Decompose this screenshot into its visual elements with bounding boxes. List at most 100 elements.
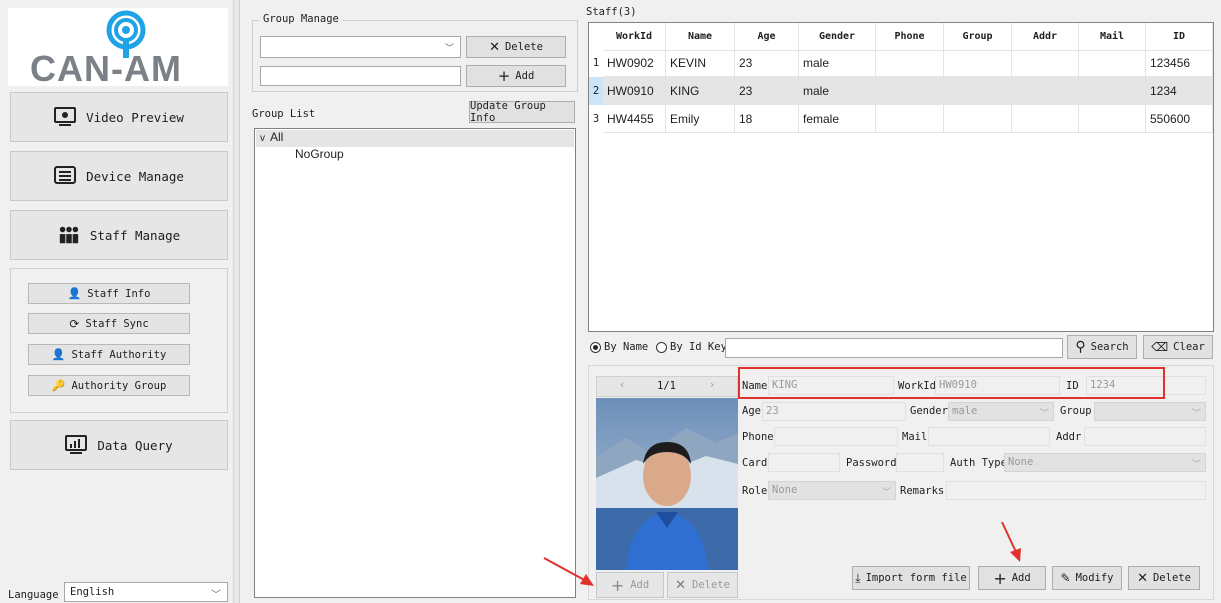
staff-sync-label: Staff Sync — [85, 317, 149, 330]
chevron-down-icon: ﹀ — [211, 590, 221, 601]
chevron-left-icon[interactable]: ‹ — [619, 379, 625, 391]
group-tree[interactable]: v All NoGroup — [254, 128, 576, 598]
by-name-radio[interactable] — [590, 342, 601, 353]
tree-item-nogroup[interactable]: NoGroup — [295, 147, 344, 161]
clear-label: Clear — [1173, 341, 1205, 353]
tree-item-all-label: All — [270, 130, 284, 144]
add-staff-label: Add — [1011, 572, 1031, 584]
delete-group-button[interactable]: ✕ Delete — [466, 36, 566, 58]
panel-splitter[interactable] — [234, 0, 240, 603]
auth-type-select[interactable]: None ﹀ — [1004, 453, 1206, 472]
chevron-down-icon: v — [260, 133, 265, 144]
cell-mail — [1079, 49, 1146, 77]
add-staff-button[interactable]: + Add — [978, 566, 1046, 590]
cell-phone — [876, 77, 944, 105]
staff-authority-button[interactable]: 👤 Staff Authority — [28, 344, 190, 365]
add-group-button[interactable]: + Add — [466, 65, 566, 87]
column-header-gender[interactable]: Gender — [799, 23, 876, 51]
staff-table[interactable]: WorkId Name Age Gender Phone Group Addr … — [588, 22, 1214, 332]
table-row[interactable]: 1 HW0902 KEVIN 23 male 123456 — [589, 49, 1213, 77]
cell-name: Emily — [666, 105, 735, 133]
language-select[interactable]: English ﹀ — [64, 582, 228, 602]
device-manage-button[interactable]: Device Manage — [10, 151, 228, 201]
authority-group-button[interactable]: 🔑 Authority Group — [28, 375, 190, 396]
gender-select[interactable]: male ﹀ — [948, 402, 1054, 421]
staff-authority-label: Staff Authority — [71, 348, 167, 361]
remarks-field[interactable] — [946, 481, 1206, 500]
table-row-selected[interactable]: 2 HW0910 KING 23 male 1234 — [589, 77, 1213, 105]
age-label: Age — [742, 405, 761, 417]
group-select[interactable]: ﹀ — [1094, 402, 1206, 421]
cell-age: 23 — [735, 49, 799, 77]
page-indicator: 1/1 — [657, 380, 676, 392]
phone-field[interactable] — [774, 427, 898, 446]
monitor-icon — [54, 106, 77, 128]
chevron-down-icon: ﹀ — [1191, 409, 1201, 419]
search-button[interactable]: ⚲ Search — [1067, 335, 1137, 359]
chevron-down-icon: ﹀ — [1039, 409, 1049, 419]
group-name-input[interactable] — [260, 66, 461, 86]
column-header-addr[interactable]: Addr — [1012, 23, 1079, 51]
gender-label: Gender — [910, 405, 948, 417]
column-header-id[interactable]: ID — [1146, 23, 1213, 51]
tree-item-all[interactable]: v All — [256, 130, 574, 147]
group-list-label: Group List — [252, 108, 316, 120]
group-manage-title: Group Manage — [259, 13, 343, 25]
staff-info-button[interactable]: 👤 Staff Info — [28, 283, 190, 304]
data-query-button[interactable]: Data Query — [10, 420, 228, 470]
role-select[interactable]: None ﹀ — [768, 481, 896, 500]
search-label: Search — [1090, 341, 1129, 353]
row-number: 2 — [589, 77, 603, 105]
modify-staff-button[interactable]: ✎ Modify — [1052, 566, 1122, 590]
card-field[interactable] — [768, 453, 840, 472]
column-header-phone[interactable]: Phone — [876, 23, 944, 51]
video-preview-label: Video Preview — [86, 109, 184, 125]
table-row[interactable]: 3 HW4455 Emily 18 female 550600 — [589, 105, 1213, 133]
staff-manage-button[interactable]: Staff Manage — [10, 210, 228, 260]
column-header-age[interactable]: Age — [735, 23, 799, 51]
column-header-name[interactable]: Name — [666, 23, 735, 51]
clear-button[interactable]: ⌫ Clear — [1143, 335, 1213, 359]
mail-field[interactable] — [928, 427, 1050, 446]
cell-id: 1234 — [1146, 77, 1213, 105]
cell-phone — [876, 105, 944, 133]
staff-sync-button[interactable]: ⟳ Staff Sync — [28, 313, 190, 334]
addr-field[interactable] — [1084, 427, 1206, 446]
addr-label: Addr — [1056, 431, 1082, 443]
authority-group-label: Authority Group — [71, 379, 167, 392]
cell-workid: HW4455 — [603, 105, 666, 133]
plus-icon: + — [610, 575, 625, 595]
update-group-info-button[interactable]: Update Group Info — [469, 100, 575, 124]
column-header-mail[interactable]: Mail — [1079, 23, 1146, 51]
column-header-group[interactable]: Group — [944, 23, 1012, 51]
add-photo-button[interactable]: + Add — [596, 572, 664, 598]
mail-label: Mail — [902, 431, 928, 443]
backspace-icon: ⌫ — [1151, 340, 1169, 354]
age-field[interactable]: 23 — [762, 402, 906, 421]
staff-manage-label: Staff Manage — [89, 227, 181, 243]
column-header-workid[interactable]: WorkId — [603, 23, 666, 51]
search-input[interactable] — [725, 338, 1063, 358]
annotation-arrow-icon — [1001, 521, 1021, 562]
cell-gender: male — [799, 77, 876, 105]
group-label: Group — [1060, 405, 1092, 417]
staff-info-label: Staff Info — [87, 287, 151, 300]
staff-group-icon — [58, 224, 80, 246]
cell-workid: HW0902 — [603, 49, 666, 77]
language-value: English — [70, 586, 115, 598]
person-photo-icon — [596, 398, 738, 570]
delete-staff-button[interactable]: ✕ Delete — [1128, 566, 1200, 590]
delete-photo-button[interactable]: ✕ Delete — [667, 572, 738, 598]
cell-id: 123456 — [1146, 49, 1213, 77]
phone-label: Phone — [742, 431, 774, 443]
chart-monitor-icon — [65, 434, 88, 456]
device-list-icon — [54, 165, 77, 187]
video-preview-button[interactable]: Video Preview — [10, 92, 228, 142]
chevron-right-icon[interactable]: › — [709, 379, 715, 391]
auth-type-value: None — [1008, 456, 1034, 468]
password-field[interactable] — [896, 453, 944, 472]
by-id-radio[interactable] — [656, 342, 667, 353]
import-from-file-button[interactable]: ⤓ Import form file — [852, 566, 970, 590]
group-select[interactable]: ﹀ — [260, 36, 461, 58]
delete-group-label: Delete — [504, 41, 543, 53]
